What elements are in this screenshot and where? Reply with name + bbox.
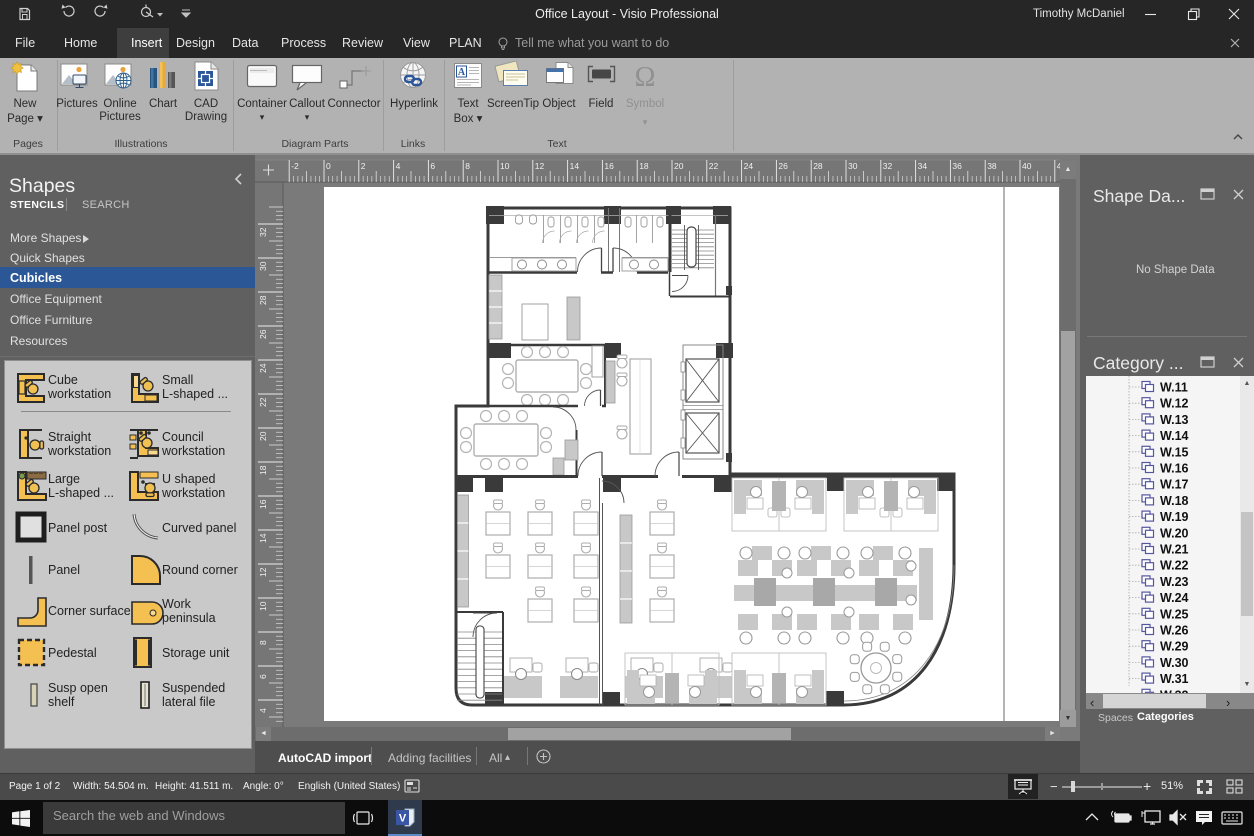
svg-text:32: 32	[883, 161, 893, 171]
svg-text:W.20: W.20	[1160, 526, 1189, 540]
svg-text:32: 32	[258, 227, 268, 237]
svg-text:W.12: W.12	[1160, 397, 1189, 411]
svg-text:28: 28	[813, 161, 823, 171]
svg-text:W.25: W.25	[1160, 607, 1189, 621]
svg-text:30: 30	[258, 261, 268, 271]
svg-text:W.29: W.29	[1160, 640, 1189, 654]
svg-text:6: 6	[430, 161, 435, 171]
svg-text:22: 22	[258, 397, 268, 407]
svg-text:12: 12	[535, 161, 545, 171]
svg-text:14: 14	[570, 161, 580, 171]
svg-text:16: 16	[258, 499, 268, 509]
svg-text:W.11: W.11	[1160, 381, 1188, 395]
svg-text:20: 20	[674, 161, 684, 171]
svg-text:W.18: W.18	[1160, 494, 1189, 508]
svg-text:8: 8	[258, 640, 268, 645]
svg-text:-2: -2	[291, 161, 299, 171]
svg-text:26: 26	[258, 329, 268, 339]
svg-text:24: 24	[258, 363, 268, 373]
svg-text:Ω: Ω	[635, 62, 656, 93]
svg-text:26: 26	[778, 161, 788, 171]
svg-text:W.16: W.16	[1160, 462, 1189, 476]
svg-text:22: 22	[709, 161, 719, 171]
svg-text:W.26: W.26	[1160, 624, 1189, 638]
svg-text:16: 16	[604, 161, 614, 171]
svg-text:W.13: W.13	[1160, 413, 1189, 427]
svg-text:0: 0	[326, 161, 331, 171]
svg-text:W.30: W.30	[1160, 656, 1189, 670]
svg-text:V: V	[399, 813, 407, 825]
svg-text:18: 18	[258, 465, 268, 475]
svg-text:W.14: W.14	[1160, 429, 1189, 443]
svg-text:W.22: W.22	[1160, 559, 1189, 573]
svg-text:20: 20	[258, 431, 268, 441]
svg-text:40: 40	[1022, 161, 1032, 171]
svg-text:A: A	[458, 67, 466, 78]
svg-text:2: 2	[361, 161, 366, 171]
svg-text:36: 36	[952, 161, 962, 171]
svg-text:28: 28	[258, 295, 268, 305]
svg-text:12: 12	[258, 567, 268, 577]
svg-text:W.23: W.23	[1160, 575, 1189, 589]
svg-text:38: 38	[987, 161, 997, 171]
svg-text:W.19: W.19	[1160, 510, 1189, 524]
svg-text:W.31: W.31	[1160, 672, 1189, 686]
svg-text:30: 30	[848, 161, 858, 171]
svg-text:10: 10	[500, 161, 510, 171]
svg-text:10: 10	[258, 601, 268, 611]
svg-text:6: 6	[258, 674, 268, 679]
svg-text:34: 34	[918, 161, 928, 171]
svg-text:4: 4	[258, 708, 268, 713]
svg-text:W.24: W.24	[1160, 591, 1189, 605]
svg-text:W.15: W.15	[1160, 445, 1189, 459]
svg-text:14: 14	[258, 533, 268, 543]
svg-text:8: 8	[465, 161, 470, 171]
svg-text:24: 24	[744, 161, 754, 171]
svg-text:4: 4	[396, 161, 401, 171]
svg-text:W.17: W.17	[1160, 478, 1189, 492]
svg-text:18: 18	[639, 161, 649, 171]
svg-text:W.21: W.21	[1160, 543, 1189, 557]
